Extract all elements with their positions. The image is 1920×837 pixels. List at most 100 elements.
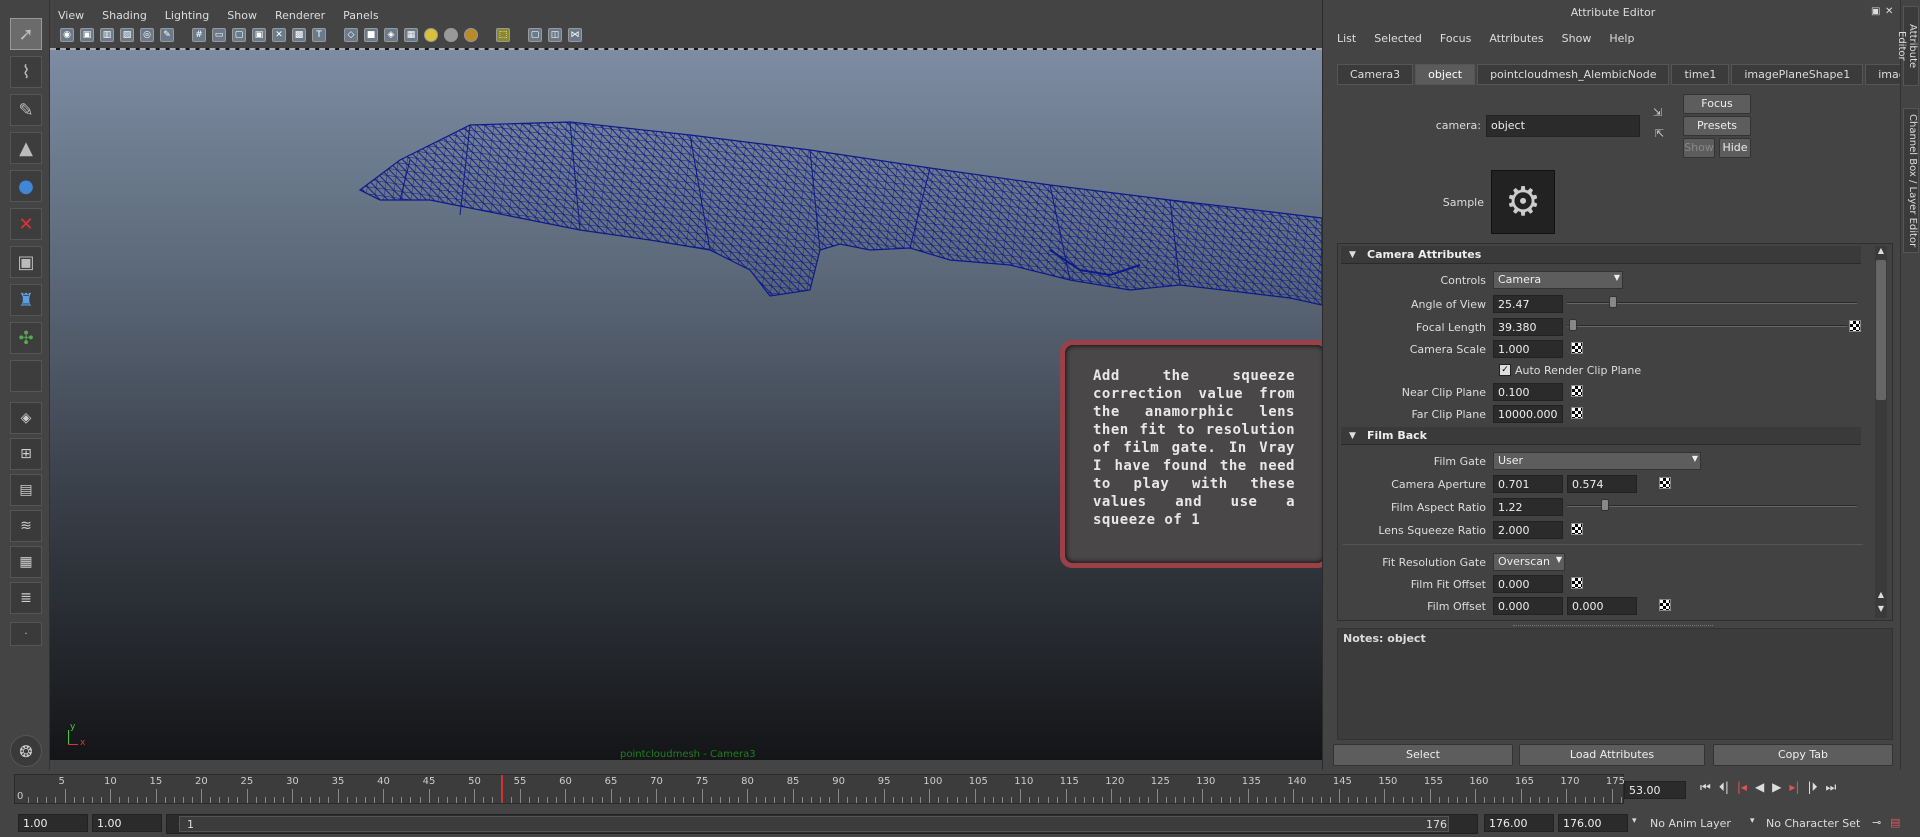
lens-squeeze-ratio-field[interactable]: 2.000 [1493,521,1563,539]
copy-tab-button[interactable]: Copy Tab [1713,744,1893,766]
ambient-occlusion-icon[interactable] [464,28,478,42]
focal-length-field[interactable]: 39.380 [1493,318,1563,336]
resolution-gate-icon[interactable]: ▢ [232,28,246,42]
ae-menu-selected[interactable]: Selected [1374,32,1422,45]
float-icon[interactable]: ▣ [1871,6,1880,17]
xray-icon[interactable]: ▢ [528,28,542,42]
scroll-down-icon[interactable]: ▲ [1875,590,1887,602]
auto-key-icon[interactable]: ⊸ [1872,816,1881,829]
layout-options-icon[interactable]: · [10,622,42,646]
wireframe-on-shaded-icon[interactable]: ◈ [384,28,398,42]
paint-select-tool-icon[interactable]: ✎ [10,94,42,126]
play-backwards-icon[interactable]: ◀ [1755,780,1764,795]
film-gate-dropdown[interactable]: User ▼ [1493,452,1701,470]
camera-aperture-y-field[interactable]: 0.574 [1567,475,1637,493]
far-clip-field[interactable]: 10000.000 [1493,405,1563,423]
textured-icon[interactable]: ▦ [404,28,418,42]
camera-select-icon[interactable]: ◉ [60,28,74,42]
xray-joints-icon[interactable]: ◫ [548,28,562,42]
grease-pencil-icon[interactable]: ✎ [160,28,174,42]
outliner-persp-layout-icon[interactable]: ▤ [10,474,42,506]
hide-button[interactable]: Hide [1719,138,1751,158]
film-offset-map-icon[interactable] [1659,599,1671,611]
menu-view[interactable]: View [58,9,84,22]
presets-button[interactable]: Presets [1683,116,1751,136]
xray-components-icon[interactable]: ⋈ [568,28,582,42]
graph-persp-layout-icon[interactable]: ≋ [10,510,42,542]
sample-swatch[interactable]: ⚙ [1491,170,1555,234]
ae-scrollbar[interactable]: ▲ ▲ ▼ [1875,246,1887,618]
step-forward-key-icon[interactable]: ▸| [1789,780,1799,795]
end-time-field[interactable]: 176.00 [1558,814,1628,832]
scroll-up-icon[interactable]: ▲ [1875,246,1887,258]
step-back-key-icon[interactable]: |◂ [1737,780,1747,795]
camera-aperture-x-field[interactable]: 0.701 [1493,475,1563,493]
film-aspect-ratio-knob[interactable] [1601,499,1609,511]
universal-manipulator-icon[interactable]: ▣ [10,246,42,278]
wireframe-icon[interactable]: ◇ [344,28,358,42]
preferences-icon[interactable]: ▤ [1890,816,1900,829]
2d-pan-zoom-icon[interactable]: ◎ [140,28,154,42]
anim-layer-dropdown[interactable]: No Anim Layer [1650,817,1731,830]
side-tab-attribute-editor[interactable]: Attribute Editor [1896,6,1919,86]
film-fit-offset-map-icon[interactable] [1571,577,1583,589]
select-tool-icon[interactable]: ➚ [10,18,42,50]
film-aspect-ratio-slider[interactable] [1567,505,1857,507]
focal-length-map-icon[interactable] [1849,320,1861,332]
camera-attributes-icon[interactable]: ▣ [80,28,94,42]
near-clip-map-icon[interactable] [1571,385,1583,397]
film-offset-y-field[interactable]: 0.000 [1567,597,1637,615]
auto-render-clip-checkbox[interactable]: ✓ [1499,364,1511,376]
shadows-icon[interactable] [444,28,458,42]
controls-dropdown[interactable]: Camera ▼ [1493,271,1623,289]
ae-menu-show[interactable]: Show [1562,32,1592,45]
scroll-down2-icon[interactable]: ▼ [1875,604,1887,616]
show-manipulator-icon[interactable]: ✣ [10,322,42,354]
playback-start-field[interactable]: 1.00 [92,814,162,832]
far-clip-map-icon[interactable] [1571,407,1583,419]
step-back-frame-icon[interactable]: ⏴| [1719,780,1729,795]
camera-name-field[interactable]: object [1486,115,1640,137]
menu-lighting[interactable]: Lighting [165,9,209,22]
tab-pointcloudmesh-alembicnode[interactable]: pointcloudmesh_AlembicNode [1477,64,1670,85]
go-to-end-icon[interactable]: ⏭ [1826,780,1837,795]
grid-icon[interactable]: # [192,28,206,42]
four-pane-layout-icon[interactable]: ⊞ [10,438,42,470]
move-tool-icon[interactable]: ▲ [10,132,42,164]
ae-menu-focus[interactable]: Focus [1440,32,1471,45]
soft-mod-tool-icon[interactable]: ♜ [10,284,42,316]
gate-mask-icon[interactable]: ▣ [252,28,266,42]
start-time-field[interactable]: 1.00 [18,814,88,832]
load-attributes-button[interactable]: Load Attributes [1519,744,1705,766]
input-connections-icon[interactable]: ⇲ [1653,106,1662,119]
current-time-marker[interactable] [501,775,504,803]
angle-of-view-field[interactable]: 25.47 [1493,295,1563,313]
angle-of-view-knob[interactable] [1609,296,1617,308]
use-all-lights-icon[interactable] [424,28,438,42]
hypershade-persp-layout-icon[interactable]: ▦ [10,546,42,578]
output-connections-icon[interactable]: ⇱ [1655,127,1664,140]
play-forwards-icon[interactable]: ▶ [1772,780,1781,795]
ae-menu-help[interactable]: Help [1609,32,1634,45]
anim-layer-arrow-icon[interactable]: ▾ [1632,816,1637,826]
menu-show[interactable]: Show [227,9,257,22]
camera-aperture-map-icon[interactable] [1659,477,1671,489]
playback-end-field[interactable]: 176.00 [1484,814,1554,832]
show-button[interactable]: Show [1683,138,1715,158]
character-set-dropdown[interactable]: No Character Set [1766,817,1860,830]
side-tab-channel-box[interactable]: Channel Box / Layer Editor [1903,108,1919,253]
image-plane-icon[interactable]: ▧ [120,28,134,42]
isolate-select-icon[interactable]: ⬚ [496,28,510,42]
focal-length-slider[interactable] [1567,325,1847,327]
film-fit-offset-field[interactable]: 0.000 [1493,575,1563,593]
single-pane-layout-icon[interactable]: ◈ [10,402,42,434]
char-set-arrow-icon[interactable]: ▾ [1750,816,1755,826]
smooth-shade-icon[interactable]: ■ [364,28,378,42]
menu-renderer[interactable]: Renderer [275,9,325,22]
field-chart-icon[interactable]: ✕ [272,28,286,42]
menu-shading[interactable]: Shading [102,9,147,22]
menu-panels[interactable]: Panels [343,9,378,22]
scale-tool-icon[interactable]: ✕ [10,208,42,240]
close-icon[interactable]: ✕ [1885,6,1893,17]
ae-menu-list[interactable]: List [1337,32,1356,45]
